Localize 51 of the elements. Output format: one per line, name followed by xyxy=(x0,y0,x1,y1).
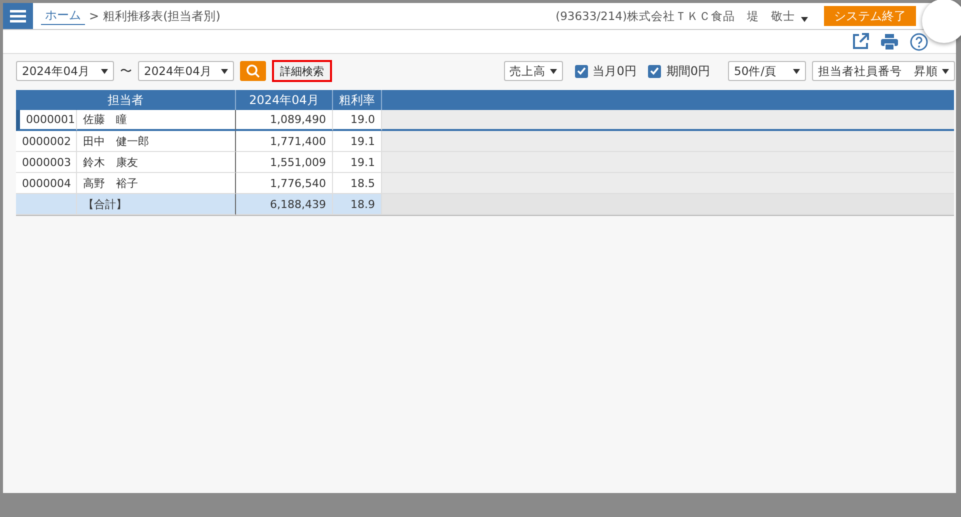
table-cell: 【合計】 xyxy=(77,194,236,215)
table-cell: 高野 裕子 xyxy=(77,173,236,194)
caret-icon xyxy=(942,68,949,74)
detail-search-button[interactable]: 詳細検索 xyxy=(272,60,332,82)
search-icon xyxy=(246,64,260,78)
table-cell: 18.9 xyxy=(333,194,382,215)
checkbox[interactable] xyxy=(574,64,588,78)
table-cell[interactable]: 0000002 xyxy=(16,131,77,152)
assistant-avatar[interactable] xyxy=(922,0,961,43)
table-cell: 鈴木 康友 xyxy=(77,152,236,173)
column-header: 粗利率 xyxy=(333,90,382,110)
column-header: 2024年04月 xyxy=(236,90,333,110)
table-cell: 1,771,400 xyxy=(236,131,333,152)
table-cell: 18.5 xyxy=(333,173,382,194)
caret-icon xyxy=(550,68,557,74)
menu-icon xyxy=(10,10,26,22)
page-title: 粗利推移表(担当者別) xyxy=(103,8,220,24)
caret-icon xyxy=(801,16,808,22)
table-cell[interactable]: 0000001 xyxy=(16,110,77,131)
caret-icon xyxy=(221,68,228,74)
help-icon[interactable] xyxy=(910,32,928,50)
table-cell: 6,188,439 xyxy=(236,194,333,215)
table-cell: 1,776,540 xyxy=(236,173,333,194)
table-cell: 19.0 xyxy=(333,110,382,131)
tilde-text: 〜 xyxy=(120,62,132,80)
period-from-select[interactable]: 2024年04月 xyxy=(16,61,114,81)
measure-select[interactable]: 売上高 xyxy=(504,61,563,81)
table-cell[interactable]: 0000003 xyxy=(16,152,77,173)
table-cell: 19.1 xyxy=(333,152,382,173)
table-cell: 1,089,490 xyxy=(236,110,333,131)
table-cell: 1,551,009 xyxy=(236,152,333,173)
menu-button[interactable] xyxy=(3,3,33,29)
table-cell[interactable]: 0000004 xyxy=(16,173,77,194)
table-cell: 19.1 xyxy=(333,131,382,152)
checkbox-label: 期間0円 xyxy=(666,62,710,80)
home-link[interactable]: ホーム xyxy=(41,7,85,25)
search-button[interactable] xyxy=(240,61,266,81)
period-to-select[interactable]: 2024年04月 xyxy=(138,61,234,81)
breadcrumb-separator: > xyxy=(89,9,100,23)
table-cell: 佐藤 瞳 xyxy=(77,110,236,131)
table-cell: 田中 健一郎 xyxy=(77,131,236,152)
page-size-select[interactable]: 50件/頁 xyxy=(728,61,806,81)
sort-select[interactable]: 担当者社員番号 昇順 xyxy=(812,61,955,81)
caret-icon xyxy=(793,68,800,74)
user-name[interactable]: (93633/214)株式会社ＴＫＣ食品 堤 敬士 xyxy=(556,8,795,24)
column-header: 担当者 xyxy=(16,90,236,110)
checkbox[interactable] xyxy=(648,64,662,78)
print-icon[interactable] xyxy=(881,34,898,50)
caret-icon xyxy=(101,68,108,74)
checkbox-label: 当月0円 xyxy=(592,62,636,80)
export-icon[interactable] xyxy=(852,33,869,50)
